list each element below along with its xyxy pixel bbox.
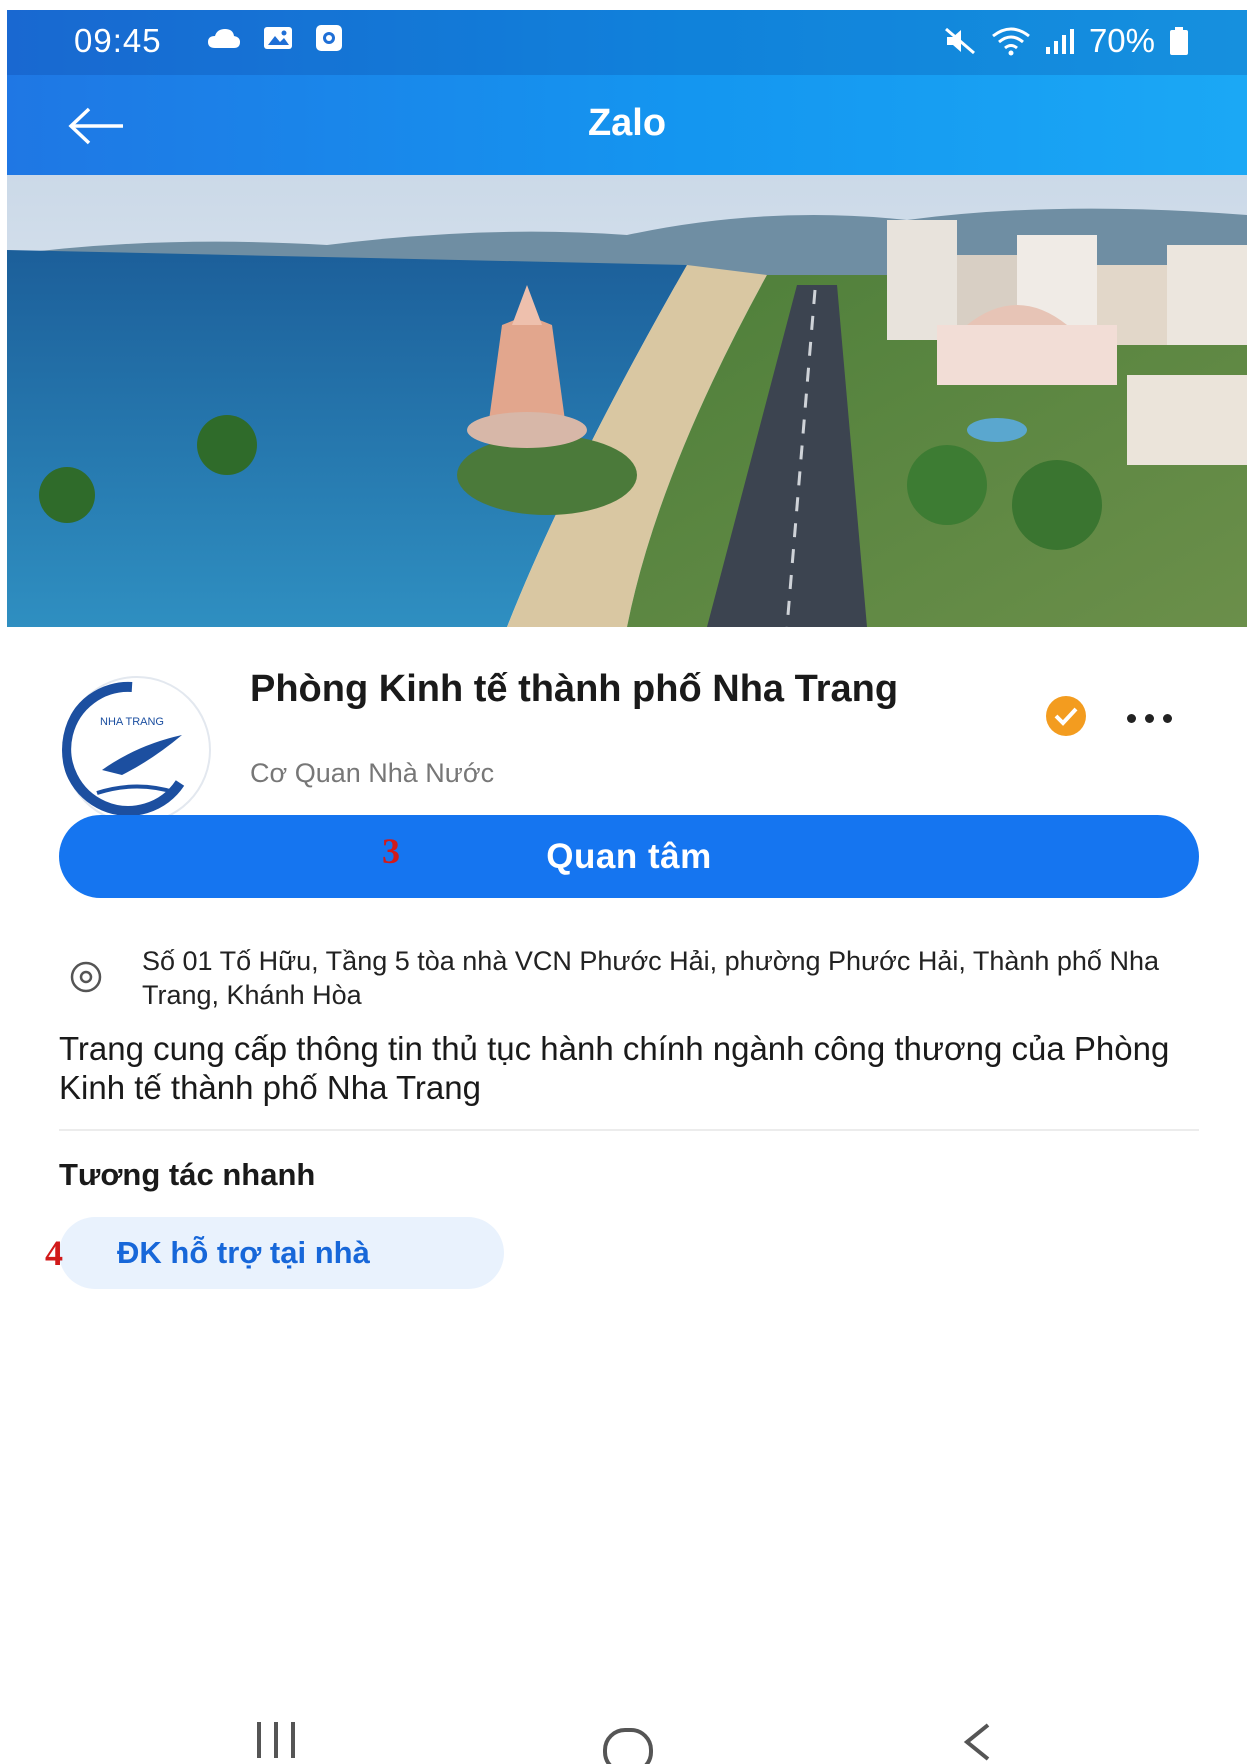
- annotation-3: 3: [382, 831, 400, 871]
- home-icon[interactable]: [603, 1728, 653, 1764]
- battery-icon: [1170, 27, 1188, 55]
- divider: [59, 1129, 1199, 1131]
- status-icons-right: 70%: [943, 22, 1189, 60]
- quick-actions-title: Tương tác nhanh: [59, 1157, 316, 1192]
- gallery-icon: [264, 27, 292, 49]
- record-icon: [316, 25, 342, 51]
- page-title: Zalo: [587, 102, 667, 144]
- app-screen: 09:45 70% Zalo NHA TRANG Phòng Kinh tế t…: [7, 10, 1247, 1764]
- status-time: 09:45: [74, 22, 162, 59]
- logo-text: NHA TRANG: [100, 716, 164, 728]
- verified-badge-icon: [1046, 696, 1086, 736]
- quick-action-home-support[interactable]: ĐK hỗ trợ tại nhà: [59, 1217, 504, 1289]
- cloud-icon: [208, 29, 240, 48]
- app-header: 09:45 70% Zalo: [7, 10, 1247, 175]
- org-description: Trang cung cấp thông tin thủ tục hành ch…: [59, 1030, 1170, 1106]
- signal-icon: [1045, 29, 1074, 54]
- status-icons-left: [207, 24, 343, 52]
- org-address: Số 01 Tố Hữu, Tầng 5 tòa nhà VCN Phước H…: [142, 946, 1159, 1010]
- org-logo: NHA TRANG: [62, 675, 212, 825]
- annotation-4: 4: [45, 1233, 63, 1273]
- org-name: Phòng Kinh tế thành phố Nha Trang: [250, 668, 899, 710]
- mute-icon: [944, 27, 975, 55]
- wifi-icon: [992, 27, 1030, 56]
- recent-apps-icon[interactable]: [257, 1722, 295, 1758]
- battery-percent: 70%: [1088, 22, 1155, 59]
- follow-button[interactable]: Quan tâm: [59, 815, 1199, 898]
- more-dots-icon[interactable]: [1127, 703, 1187, 733]
- location-pin-icon: [70, 961, 102, 993]
- cover-photo: [7, 175, 1247, 627]
- org-category: Cơ Quan Nhà Nước: [250, 758, 495, 788]
- status-bar: 09:45 70%: [7, 10, 1247, 75]
- back-icon[interactable]: [962, 1722, 992, 1762]
